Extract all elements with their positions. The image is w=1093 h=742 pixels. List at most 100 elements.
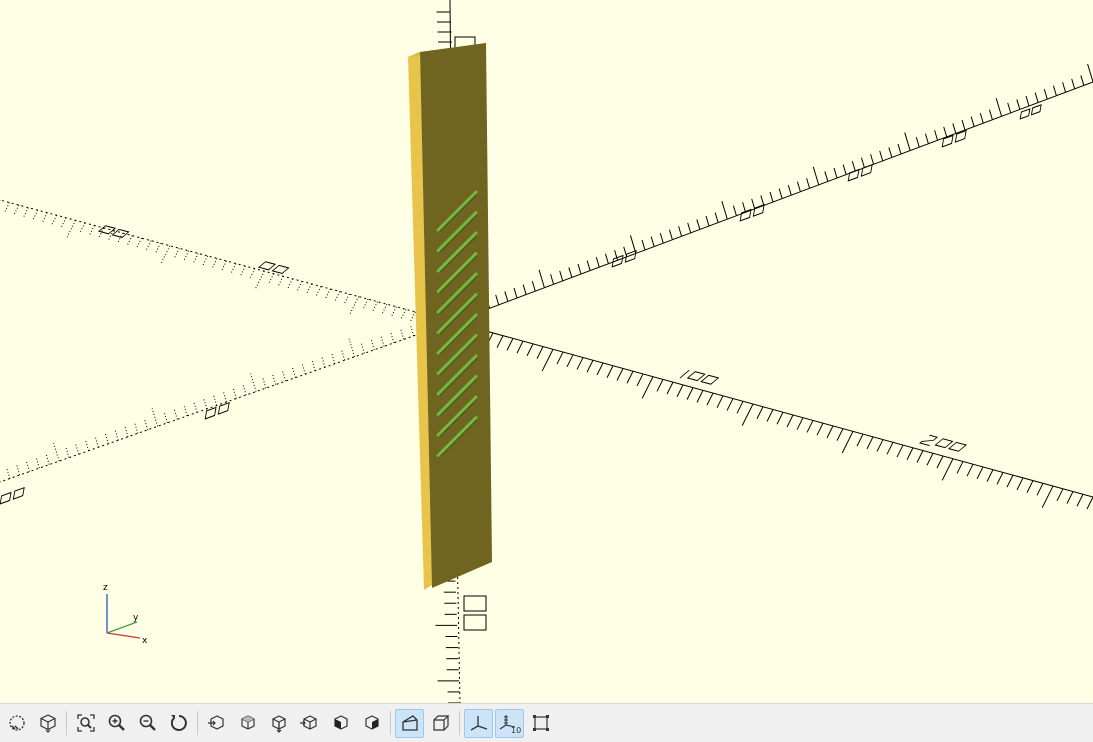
axis-tick bbox=[833, 167, 838, 179]
axis-tick bbox=[173, 409, 178, 420]
axis-tick bbox=[114, 430, 119, 441]
axis-tick bbox=[1016, 99, 1021, 110]
axis-tick bbox=[776, 412, 784, 425]
axis-tick bbox=[897, 143, 902, 155]
axis-tick bbox=[65, 447, 70, 458]
axis-tick bbox=[626, 370, 634, 384]
show-axes-button[interactable] bbox=[464, 708, 493, 738]
view-all-button[interactable] bbox=[71, 709, 100, 738]
perspective-button[interactable] bbox=[395, 708, 424, 738]
axis-tick bbox=[321, 357, 326, 368]
axis-tick bbox=[995, 98, 1003, 117]
axis-tick bbox=[163, 412, 168, 424]
axis-tick bbox=[202, 255, 209, 267]
axis-tick bbox=[726, 398, 734, 411]
show-scale-markers-button[interactable]: 10 bbox=[495, 708, 524, 738]
zoom-out-button[interactable] bbox=[133, 709, 162, 738]
view-right-icon bbox=[207, 715, 224, 730]
axis-label-y: y bbox=[133, 613, 139, 623]
view-bottom-button[interactable] bbox=[264, 709, 293, 738]
axis-tick bbox=[282, 370, 287, 382]
axis-tick bbox=[3, 202, 10, 213]
axis-tick bbox=[136, 237, 143, 249]
axis-tick bbox=[173, 248, 180, 259]
axis-tick bbox=[360, 343, 365, 354]
axis-tick bbox=[75, 444, 80, 455]
orthogonal-button[interactable] bbox=[426, 709, 455, 738]
view-right-button[interactable] bbox=[202, 709, 231, 738]
axis-tick bbox=[668, 229, 673, 240]
axis-tick bbox=[1066, 491, 1074, 504]
axis-tick bbox=[221, 260, 227, 272]
axis-tick bbox=[806, 420, 814, 433]
axis-tick bbox=[272, 374, 277, 385]
view-toolbar: 10 bbox=[0, 703, 1093, 742]
reset-view-button[interactable] bbox=[164, 709, 193, 738]
axis-tick bbox=[824, 171, 829, 182]
axis-tick bbox=[812, 166, 820, 186]
axis-tick bbox=[714, 212, 719, 223]
axis-tick bbox=[641, 239, 646, 251]
axis-tick bbox=[51, 215, 58, 226]
axis-tick bbox=[211, 258, 218, 269]
axis-tick bbox=[88, 225, 95, 236]
axis-tick bbox=[362, 298, 369, 310]
axis-tick bbox=[409, 311, 416, 323]
axis-tick bbox=[756, 406, 764, 419]
axis-tick bbox=[666, 381, 674, 395]
axis-tick bbox=[650, 236, 655, 247]
y-axis-ticks bbox=[458, 63, 1093, 319]
view-left-button[interactable] bbox=[295, 709, 324, 738]
axis-tick bbox=[976, 466, 984, 480]
view-front-icon bbox=[333, 715, 348, 730]
preview-button[interactable] bbox=[2, 709, 31, 738]
axes-indicator: z y x bbox=[103, 583, 148, 646]
axis-tick bbox=[45, 454, 50, 465]
zoom-fit-icon bbox=[76, 714, 95, 732]
view-back-button[interactable] bbox=[357, 709, 386, 738]
axis-tick bbox=[13, 204, 20, 216]
axis-tick bbox=[732, 205, 737, 216]
axis-tick bbox=[636, 373, 644, 387]
scene-canvas[interactable]: z y x bbox=[0, 0, 1093, 703]
axis-tick bbox=[380, 336, 385, 347]
axis-tick bbox=[26, 461, 31, 472]
axis-tick bbox=[1087, 63, 1093, 83]
view-top-button[interactable] bbox=[233, 709, 262, 738]
axis-tick bbox=[988, 109, 993, 120]
axis-tick bbox=[956, 461, 964, 474]
axis-tick bbox=[836, 428, 844, 441]
axis-tick bbox=[334, 291, 341, 302]
axis-tick bbox=[596, 362, 604, 376]
axis-tick bbox=[778, 188, 783, 199]
show-edges-button[interactable] bbox=[526, 709, 555, 738]
axis-tick bbox=[192, 253, 199, 264]
axis-tick bbox=[742, 202, 747, 213]
axis-tick bbox=[943, 126, 948, 138]
axis-tick bbox=[348, 338, 356, 357]
axis-tick bbox=[32, 209, 39, 221]
render-button[interactable] bbox=[33, 709, 62, 738]
x-neg-axis-ticks bbox=[0, 200, 445, 330]
axis-tick bbox=[904, 132, 911, 151]
axis-tick bbox=[291, 367, 296, 378]
view-front-button[interactable] bbox=[326, 709, 355, 738]
axis-tick bbox=[41, 212, 48, 223]
axis-tick bbox=[860, 157, 865, 168]
axis-tick bbox=[390, 306, 397, 317]
axis-tick bbox=[372, 301, 378, 312]
axis-tick bbox=[716, 395, 724, 409]
axis-tick bbox=[531, 280, 536, 292]
model-plate[interactable] bbox=[408, 43, 492, 590]
axis-tick bbox=[787, 184, 792, 196]
axis-tick bbox=[126, 235, 133, 246]
axis-tick bbox=[996, 472, 1004, 485]
axis-tick bbox=[1026, 480, 1034, 493]
axis-tick bbox=[586, 260, 591, 271]
zoom-in-button[interactable] bbox=[102, 709, 131, 738]
axis-tick bbox=[766, 409, 774, 422]
toolbar-separator bbox=[390, 711, 391, 735]
axis-tick bbox=[53, 442, 60, 462]
3d-viewport[interactable]: z y x bbox=[0, 0, 1093, 703]
axis-tick bbox=[341, 350, 346, 361]
